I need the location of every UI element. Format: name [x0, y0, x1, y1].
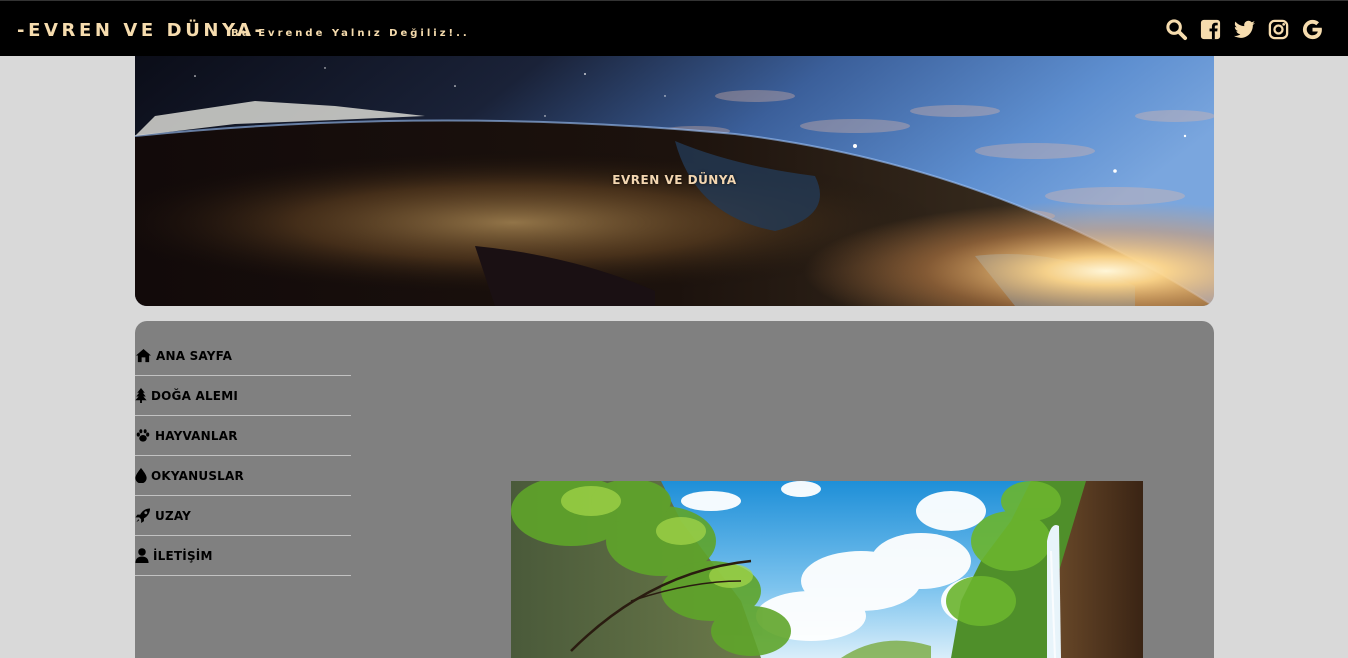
instagram-icon[interactable]	[1267, 18, 1290, 41]
main-panel: ANA SAYFA DOĞA ALEMI HAYVANLAR OKYANUSLA…	[135, 321, 1214, 658]
top-bar: -EVREN VE DÜNYA- Bu Evrende Yalnız Değil…	[0, 0, 1348, 56]
nav-item-hayvanlar[interactable]: HAYVANLAR	[135, 416, 351, 456]
nav-label: ANA SAYFA	[156, 348, 233, 363]
site-brand[interactable]: -EVREN VE DÜNYA-	[17, 20, 266, 41]
rocket-icon	[135, 508, 151, 523]
drop-icon	[135, 468, 147, 483]
home-icon	[135, 348, 152, 363]
nav-label: UZAY	[155, 508, 192, 523]
google-icon[interactable]	[1301, 18, 1324, 41]
paw-icon	[135, 428, 151, 443]
search-icon[interactable]	[1165, 18, 1188, 41]
nav-label: İLETİŞİM	[153, 548, 213, 563]
nav-label: HAYVANLAR	[155, 428, 238, 443]
tree-icon	[135, 388, 147, 403]
banner-title: EVREN VE DÜNYA	[612, 173, 737, 187]
nav-item-doga-alemi[interactable]: DOĞA ALEMI	[135, 376, 351, 416]
side-nav: ANA SAYFA DOĞA ALEMI HAYVANLAR OKYANUSLA…	[135, 336, 351, 576]
nav-item-iletisim[interactable]: İLETİŞİM	[135, 536, 351, 576]
twitter-icon[interactable]	[1233, 18, 1256, 41]
site-tagline: Bu Evrende Yalnız Değiliz!..	[231, 28, 470, 39]
nav-item-uzay[interactable]: UZAY	[135, 496, 351, 536]
banner-image: EVREN VE DÜNYA	[135, 56, 1214, 306]
top-icon-group	[1165, 18, 1324, 41]
nature-image	[511, 481, 1143, 658]
facebook-icon[interactable]	[1199, 18, 1222, 41]
nav-item-ana-sayfa[interactable]: ANA SAYFA	[135, 336, 351, 376]
nav-label: DOĞA ALEMI	[151, 388, 239, 403]
nav-label: OKYANUSLAR	[151, 468, 244, 483]
nav-item-okyanuslar[interactable]: OKYANUSLAR	[135, 456, 351, 496]
user-icon	[135, 548, 149, 563]
